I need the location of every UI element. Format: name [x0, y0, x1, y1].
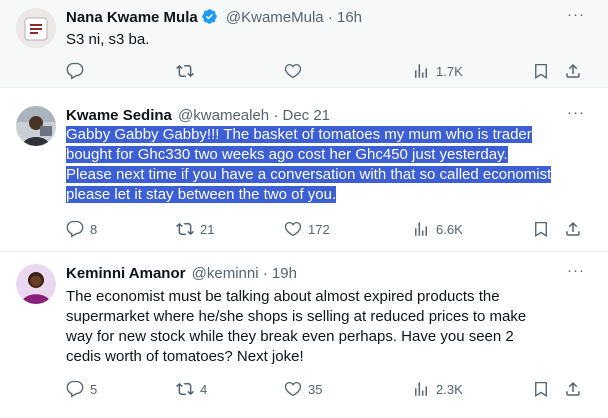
reply-count: 8 [90, 221, 98, 237]
tweet-header: Kwame Sedina @kwamealeh · Dec 21 [66, 106, 330, 126]
bookmark-button[interactable] [532, 379, 550, 399]
author-handle[interactable]: @keminni [192, 265, 259, 282]
tweet-header: Keminni Amanor @keminni · 19h [66, 264, 297, 284]
tweet-text: S3 ni, s3 ba. [66, 31, 150, 48]
tweet-2[interactable]: Kwame Sedina @kwamealeh · Dec 21 ··· Gab… [0, 88, 608, 252]
verified-badge-icon [201, 8, 218, 31]
action-bar: 5 4 35 2.3K [66, 379, 586, 399]
retweet-icon [176, 222, 194, 236]
retweet-icon [176, 382, 194, 396]
share-button[interactable] [564, 219, 582, 239]
heart-icon [284, 381, 302, 397]
author-name[interactable]: Keminni Amanor [66, 265, 185, 282]
like-button[interactable]: 35 [284, 379, 322, 399]
share-icon [566, 63, 580, 78]
like-button[interactable]: 172 [284, 219, 330, 239]
reply-icon [66, 62, 84, 80]
action-bar: 1.7K [66, 61, 586, 81]
tweet-header: Nana Kwame Mula @KwameMula · 16h [66, 8, 362, 31]
share-button[interactable] [564, 61, 582, 81]
tweet-1[interactable]: Nana Kwame Mula @KwameMula · 16h ··· S3 … [0, 0, 608, 88]
retweet-count: 4 [200, 381, 208, 397]
views-button[interactable]: 1.7K [412, 61, 463, 81]
views-button[interactable]: 6.6K [412, 219, 463, 239]
author-handle[interactable]: @kwamealeh [178, 107, 269, 124]
bookmark-icon [535, 63, 547, 79]
tweet-text-line: bought for Ghc330 two weeks ago cost her… [66, 146, 508, 163]
avatar[interactable] [16, 106, 56, 146]
heart-icon [284, 63, 302, 79]
bookmark-icon [535, 221, 547, 237]
views-icon [415, 64, 427, 78]
separator: · [273, 107, 279, 124]
retweet-button[interactable]: 21 [176, 219, 214, 239]
views-count: 6.6K [436, 221, 463, 237]
action-bar: 8 21 172 6.6K [66, 219, 586, 239]
author-handle[interactable]: @KwameMula [226, 9, 324, 26]
share-icon [566, 381, 580, 396]
bookmark-button[interactable] [532, 61, 550, 81]
reply-button[interactable] [66, 61, 84, 81]
like-count: 35 [308, 381, 323, 397]
tweet-text-line: Please next time if you have a conversat… [66, 166, 552, 183]
views-icon [415, 382, 427, 396]
reply-button[interactable]: 8 [66, 219, 97, 239]
author-name[interactable]: Kwame Sedina [66, 107, 172, 124]
views-count: 2.3K [436, 381, 463, 397]
more-icon[interactable]: ··· [566, 7, 586, 28]
retweet-icon [176, 64, 194, 78]
avatar[interactable] [16, 8, 56, 48]
author-name[interactable]: Nana Kwame Mula [66, 9, 198, 26]
views-button[interactable]: 2.3K [412, 379, 463, 399]
separator: · [262, 265, 268, 282]
more-icon[interactable]: ··· [566, 105, 586, 126]
tweet-text-line: please let it stay between the two of yo… [66, 186, 337, 203]
reply-count: 5 [90, 381, 98, 397]
avatar[interactable] [16, 264, 56, 304]
tweet-text: Gabby Gabby Gabby!!! The basket of tomat… [66, 125, 596, 205]
reply-icon [66, 220, 84, 238]
views-icon [415, 222, 427, 236]
like-count: 172 [308, 221, 330, 237]
like-button[interactable] [284, 61, 302, 81]
bookmark-button[interactable] [532, 219, 550, 239]
tweet-3[interactable]: Keminni Amanor @keminni · 19h ··· The ec… [0, 252, 608, 418]
more-icon[interactable]: ··· [566, 263, 586, 284]
reply-button[interactable]: 5 [66, 379, 97, 399]
tweet-text-line: Gabby Gabby Gabby!!! The basket of tomat… [66, 126, 532, 143]
retweet-button[interactable]: 4 [176, 379, 207, 399]
views-count: 1.7K [436, 63, 463, 79]
timestamp[interactable]: 16h [337, 9, 362, 26]
reply-icon [66, 380, 84, 398]
retweet-button[interactable] [176, 61, 194, 81]
retweet-count: 21 [200, 221, 215, 237]
share-icon [566, 221, 580, 236]
timestamp[interactable]: Dec 21 [283, 107, 331, 124]
tweet-text: The economist must be talking about almo… [66, 288, 527, 365]
separator: · [327, 9, 333, 26]
timestamp[interactable]: 19h [272, 265, 297, 282]
heart-icon [284, 221, 302, 237]
bookmark-icon [535, 381, 547, 397]
share-button[interactable] [564, 379, 582, 399]
